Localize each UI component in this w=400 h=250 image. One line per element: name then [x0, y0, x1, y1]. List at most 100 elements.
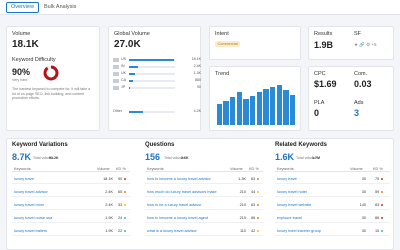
keyword-link[interactable]: luxury travel mom — [14, 203, 44, 207]
keyword-kd: 33 — [118, 202, 123, 207]
kd-dot-icon — [124, 177, 127, 180]
volume-bar — [129, 86, 175, 89]
com-value: 0.03 — [354, 79, 372, 89]
volume-value: 18.1K — [12, 39, 39, 50]
keyword-kd: 59 — [375, 189, 380, 194]
keyword-volume: 110 — [239, 228, 246, 233]
kd-value: 90% — [12, 67, 31, 77]
related-header-keywords: Keywords — [277, 167, 294, 171]
global-volume-label: Global Volume — [114, 31, 150, 37]
kd-description: The hardest keyword to compete for. It w… — [12, 87, 91, 101]
keyword-link[interactable]: luxury travel website — [277, 203, 311, 207]
trend-bar — [256, 92, 262, 125]
keyword-kd: 63 — [251, 176, 256, 181]
flag-icon — [113, 72, 119, 76]
global-volume-row: US 18.1K — [113, 57, 201, 62]
questions-count[interactable]: 156 — [145, 152, 160, 162]
trend-bar — [216, 104, 222, 125]
intent-label: Intent — [215, 31, 229, 37]
trend-bar — [283, 89, 289, 125]
keyword-link[interactable]: luxury hotel traveler group — [277, 229, 321, 233]
serp-features-icons[interactable]: ★ 🔗 ⚙ +5 — [354, 42, 377, 48]
keyword-volume: 18.1K — [103, 176, 113, 181]
keyword-kd: 22 — [118, 228, 123, 233]
table-row: luxury travel 18.1K 90 — [12, 173, 130, 184]
tab-bulk-analysis[interactable]: Bulk Analysis — [40, 2, 80, 13]
pla-label: PLA — [314, 100, 325, 106]
table-row: what is a luxury travel advisor 110 42 — [145, 225, 263, 236]
table-row: luxury hotel traveler group 30 15 — [275, 225, 390, 236]
tab-overview[interactable]: Overview — [6, 2, 39, 13]
kd-dot-icon — [381, 177, 384, 180]
keyword-volume: 140 — [359, 202, 366, 207]
trend-bar — [236, 92, 242, 125]
keyword-kd: 24 — [118, 215, 123, 220]
keyword-link[interactable]: luxury travel advisor — [14, 190, 48, 194]
keyword-link[interactable]: luxury travel — [14, 177, 34, 181]
trend-bar — [223, 101, 229, 125]
keyword-link[interactable]: how to become a luxury travel advisor — [147, 177, 211, 181]
keyword-link[interactable]: how to be a luxury travel advisor — [147, 203, 201, 207]
sf-label: SF — [354, 31, 362, 37]
cpc-label: CPC — [314, 71, 326, 77]
keyword-volume: 30 — [361, 189, 366, 194]
kd-donut — [43, 65, 59, 81]
keyword-link[interactable]: exploure travel — [277, 216, 302, 220]
results-card: Results 1.9B SF ★ 🔗 ⚙ +5 — [308, 26, 394, 60]
country-code: US — [121, 57, 126, 61]
table-row: luxury travel 30 75 — [275, 173, 390, 184]
global-volume-row: CA 880 — [113, 78, 201, 83]
keyword-link[interactable]: what is a luxury travel advisor — [147, 229, 197, 233]
country-volume: 1.3K — [193, 71, 201, 75]
trend-bar — [250, 96, 256, 125]
variations-table-header: Keywords Volume KD % — [12, 166, 130, 172]
keyword-kd: 75 — [375, 176, 380, 181]
country-code: CA — [121, 78, 126, 82]
trend-bar — [263, 89, 269, 125]
keyword-link[interactable]: luxury travel trailers — [14, 229, 47, 233]
table-row: luxury travel nurse usa 1.9K 24 — [12, 212, 130, 223]
ads-value[interactable]: 3 — [354, 108, 359, 118]
trend-bar — [270, 86, 276, 125]
variations-count[interactable]: 8.7K — [12, 152, 31, 162]
global-volume-card: Global Volume 27.0K Other 4.2K US 18.1K IN… — [108, 26, 201, 131]
keyword-link[interactable]: luxury travel nurse usa — [14, 216, 52, 220]
kd-dot-icon — [257, 177, 260, 180]
results-label: Results — [314, 31, 333, 37]
keyword-volume: 210 — [239, 202, 246, 207]
keyword-link[interactable]: luxury travel — [277, 177, 297, 181]
table-row: how to become a luxury travel agent 210 66 — [145, 212, 263, 223]
related-count[interactable]: 1.6K — [275, 152, 294, 162]
table-row: exploure travel 30 86 — [275, 212, 390, 223]
country-volume: 18.1K — [191, 57, 201, 61]
related-header-volume: Volume — [350, 167, 363, 171]
keyword-link[interactable]: how to become a luxury travel agent — [147, 216, 208, 220]
table-row: luxury travel website 140 83 — [275, 199, 390, 210]
other-value: 4.2K — [193, 109, 201, 113]
flag-icon — [113, 79, 119, 83]
keyword-volume: 2.4K — [105, 189, 113, 194]
kd-sub: Very hard — [12, 78, 28, 82]
country-code: IN — [121, 64, 125, 68]
table-row: luxury travel mom 2.4K 33 — [12, 199, 130, 210]
intent-card: Intent Commercial — [209, 26, 301, 60]
global-volume-row: IN 2.4K — [113, 64, 201, 69]
table-row: luxury travel advisor 2.4K 65 — [12, 186, 130, 197]
keyword-link[interactable]: luxury travel hotel — [277, 190, 307, 194]
keyword-link[interactable]: how much do luxury travel advisors make — [147, 190, 217, 194]
keyword-kd: 63 — [251, 202, 256, 207]
volume-bar — [129, 58, 175, 61]
flag-icon — [113, 58, 119, 62]
trend-bar — [230, 97, 236, 125]
kd-dot-icon — [257, 216, 260, 219]
results-value: 1.9B — [314, 40, 334, 50]
keyword-kd: 86 — [375, 215, 380, 220]
kd-dot-icon — [381, 216, 384, 219]
related-total: 1.7M — [312, 156, 320, 160]
ads-label: Ads — [354, 100, 364, 106]
related-table-header: Keywords Volume KD % — [275, 166, 390, 172]
table-row: luxury travel hotel 30 59 — [275, 186, 390, 197]
keyword-volume: 210 — [239, 189, 246, 194]
variations-header-keywords: Keywords — [14, 167, 31, 171]
intent-badge: Commercial — [215, 41, 241, 47]
